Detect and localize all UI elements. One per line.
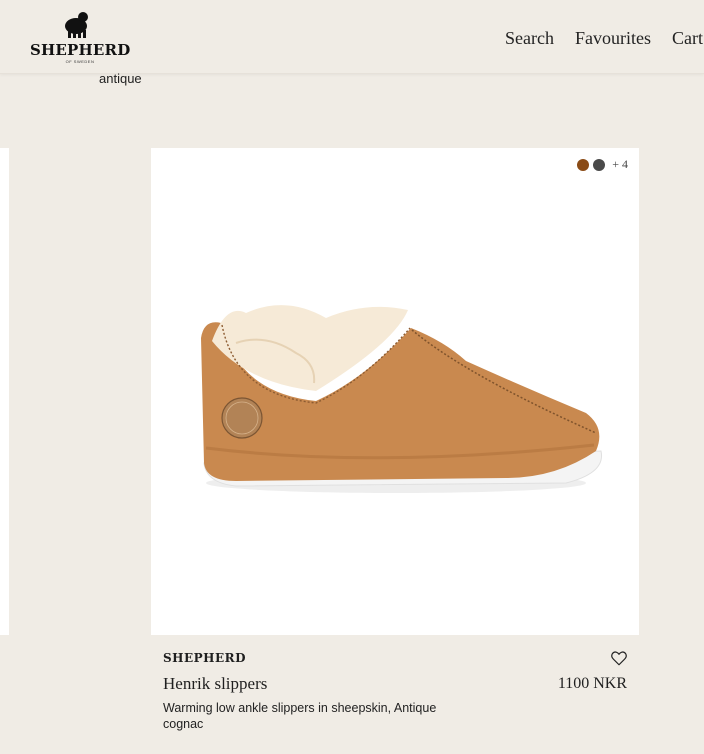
logo-subtitle: OF SWEDEN xyxy=(65,59,95,64)
logo-wordmark: SHEPHERD xyxy=(30,41,131,59)
nav-cart-link[interactable]: Cart xyxy=(672,28,703,48)
favourite-heart-icon[interactable] xyxy=(610,649,628,667)
swatch-cognac[interactable] xyxy=(577,158,590,171)
more-colors-label[interactable]: + 4 xyxy=(612,157,628,172)
swatch-grey[interactable] xyxy=(593,158,606,171)
product-brand: SHEPHERD xyxy=(163,651,247,665)
product-name[interactable]: Henrik slippers xyxy=(163,674,267,694)
site-header: SHEPHERD OF SWEDEN Search Favourites Cart xyxy=(0,0,704,74)
brand-logo[interactable]: SHEPHERD OF SWEDEN xyxy=(30,10,130,66)
previous-product-card[interactable] xyxy=(0,148,9,635)
active-filter-label[interactable]: antique xyxy=(99,71,142,86)
nav-search-link[interactable]: Search xyxy=(505,28,554,48)
slipper-image[interactable] xyxy=(176,283,616,503)
main-nav: Search Favourites Cart xyxy=(505,28,704,49)
nav-favourites-link[interactable]: Favourites xyxy=(575,28,651,48)
sheep-logo-icon xyxy=(65,12,88,38)
color-swatches: + 4 xyxy=(573,157,628,172)
product-description: Warming low ankle slippers in sheepskin,… xyxy=(163,701,437,731)
product-price: 1100 NKR xyxy=(557,675,627,692)
product-card[interactable]: + 4 xyxy=(151,148,639,635)
